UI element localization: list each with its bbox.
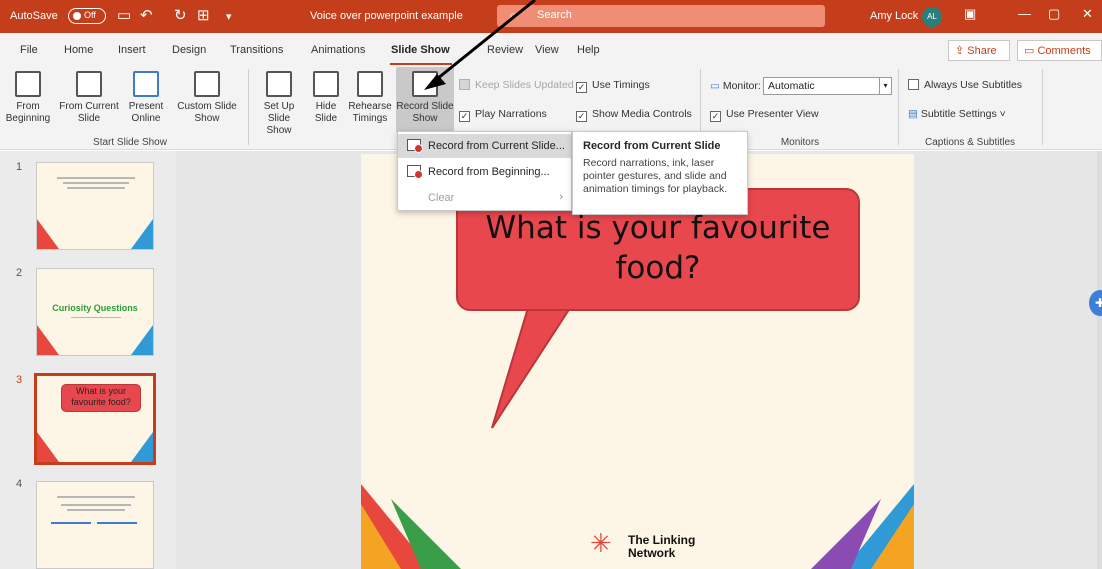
annotation-arrow	[424, 0, 536, 90]
